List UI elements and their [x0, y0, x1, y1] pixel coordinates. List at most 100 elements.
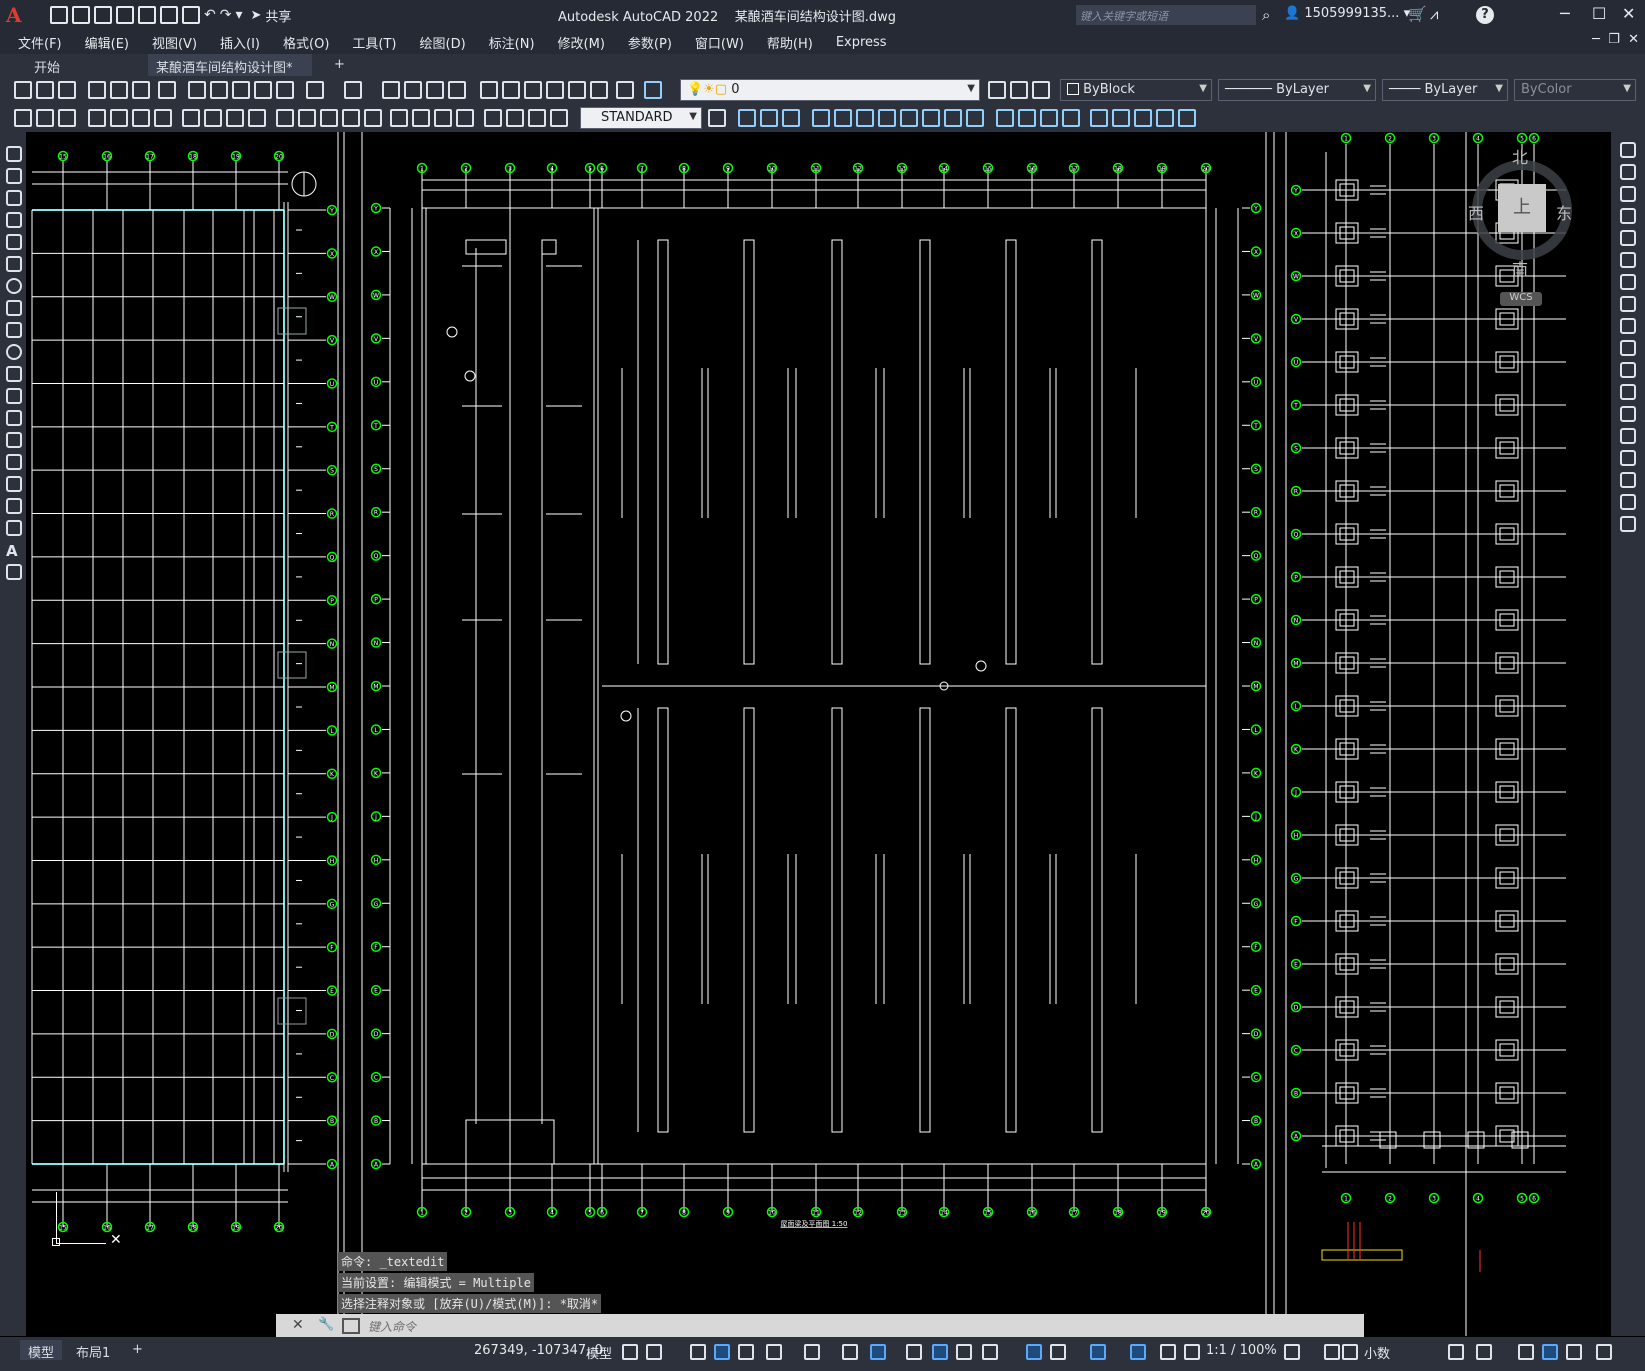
properties-icon[interactable]: [480, 81, 498, 99]
break-at-point-icon[interactable]: [1620, 384, 1636, 400]
explode-icon[interactable]: [1620, 516, 1636, 532]
qa-customize-icon[interactable]: ▾: [235, 7, 242, 23]
viewcube-face-top[interactable]: 上: [1498, 184, 1546, 232]
dim-aligned-icon[interactable]: [110, 109, 128, 127]
shell-icon[interactable]: [1062, 109, 1080, 127]
coordinates-readout[interactable]: 267349, -107347, 0: [474, 1343, 603, 1358]
revcloud-icon[interactable]: [6, 300, 22, 316]
markup-icon[interactable]: [568, 81, 586, 99]
tool-palettes-icon[interactable]: [524, 81, 542, 99]
open-file-icon[interactable]: [72, 6, 90, 24]
check-icon[interactable]: [1090, 109, 1108, 127]
jogged-linear-icon[interactable]: [456, 109, 474, 127]
imprint-edges-icon[interactable]: [1134, 109, 1152, 127]
mirror-icon[interactable]: [1620, 186, 1636, 202]
fillet-icon[interactable]: [1620, 472, 1636, 488]
search-icon[interactable]: ⌕: [1262, 6, 1270, 24]
delete-faces-icon[interactable]: [878, 109, 896, 127]
viewcube-east[interactable]: 东: [1556, 200, 1572, 224]
sheet-set-icon[interactable]: [546, 81, 564, 99]
text-style-dropdown[interactable]: STANDARD ▼: [580, 107, 702, 129]
redo-toolbar-icon[interactable]: [344, 81, 362, 99]
search-input[interactable]: 键入关键字或短语: [1076, 5, 1256, 25]
dim-text-edit-icon[interactable]: [506, 109, 524, 127]
dim-angular-icon[interactable]: [248, 109, 266, 127]
rotate-faces-icon[interactable]: [900, 109, 918, 127]
model-space-toggle[interactable]: 模型: [586, 1343, 612, 1362]
dim-jogged-icon[interactable]: [204, 109, 222, 127]
copy-edges-icon[interactable]: [1178, 109, 1196, 127]
spline-icon[interactable]: [6, 322, 22, 338]
inspection-icon[interactable]: [434, 109, 452, 127]
copy-faces-icon[interactable]: [944, 109, 962, 127]
quickcalc-icon[interactable]: [590, 81, 608, 99]
save-toolbar-icon[interactable]: [58, 81, 76, 99]
wcs-menu[interactable]: WCS: [1500, 292, 1542, 306]
ellipse-arc-icon[interactable]: [6, 366, 22, 382]
clean-icon[interactable]: [1018, 109, 1036, 127]
drawing-area[interactable]: 15 15 16 16 17 17 18 18 19 19 20 20 Y X W V U T S R Q P N M L K J H…: [26, 132, 1611, 1336]
redo-icon[interactable]: ↷: [220, 7, 232, 23]
make-block-icon[interactable]: [6, 410, 22, 426]
isodraft-icon[interactable]: [804, 1344, 820, 1360]
dim-linear-icon[interactable]: [88, 109, 106, 127]
pan-icon[interactable]: [382, 81, 400, 99]
paste-icon[interactable]: [232, 81, 250, 99]
tab-start[interactable]: 开始: [26, 54, 68, 76]
color-edges-icon[interactable]: [1156, 109, 1174, 127]
extrude-faces-icon[interactable]: [812, 109, 830, 127]
gizmo-icon[interactable]: [1090, 1344, 1106, 1360]
autodesk-app-icon[interactable]: ⩘: [1430, 5, 1438, 23]
cut-icon[interactable]: [188, 81, 206, 99]
object-snap-icon[interactable]: [870, 1344, 886, 1360]
infer-constraints-icon[interactable]: [690, 1344, 706, 1360]
dim-arc-icon[interactable]: [132, 109, 150, 127]
extend-icon[interactable]: [1620, 362, 1636, 378]
tolerance-icon[interactable]: [390, 109, 408, 127]
publish-icon[interactable]: [132, 81, 150, 99]
construction-line-icon[interactable]: [6, 168, 22, 184]
polygon-icon[interactable]: [6, 212, 22, 228]
save-as-icon[interactable]: [116, 6, 134, 24]
scale-icon[interactable]: [1620, 296, 1636, 312]
lineweight-icon[interactable]: [906, 1344, 922, 1360]
polar-icon[interactable]: [766, 1344, 782, 1360]
save-web-icon[interactable]: [160, 6, 178, 24]
quick-properties-icon[interactable]: [1448, 1344, 1464, 1360]
taper-faces-icon[interactable]: [922, 109, 940, 127]
center-mark-icon[interactable]: [412, 109, 430, 127]
ortho-icon[interactable]: [738, 1344, 754, 1360]
arc-icon[interactable]: [6, 256, 22, 272]
help-icon[interactable]: ?: [1476, 6, 1494, 24]
layer-previous-icon[interactable]: [1010, 81, 1028, 99]
design-center-icon[interactable]: [502, 81, 520, 99]
command-prompt-icon[interactable]: [342, 1318, 360, 1334]
undo-icon[interactable]: ↶: [204, 7, 216, 23]
new-tab-button[interactable]: +: [326, 54, 353, 76]
ellipse-icon[interactable]: [6, 344, 22, 360]
dim-style-manager-icon[interactable]: [708, 109, 726, 127]
layout-tab-model[interactable]: 模型: [20, 1340, 63, 1361]
snap-icon[interactable]: [646, 1344, 662, 1360]
insert-block-icon[interactable]: [14, 109, 32, 127]
linetype-dropdown[interactable]: ────── ByLayer ▼: [1218, 79, 1376, 101]
block-editor-icon[interactable]: [276, 81, 294, 99]
graphics-performance-icon[interactable]: [1542, 1344, 1558, 1360]
gradient-icon[interactable]: [6, 476, 22, 492]
add-layout-button[interactable]: +: [124, 1340, 151, 1360]
mtext-icon[interactable]: A: [6, 542, 22, 560]
user-account[interactable]: 👤 1505999135... ▾: [1284, 6, 1410, 21]
color-dropdown[interactable]: ByBlock ▼: [1060, 79, 1212, 101]
dim-space-icon[interactable]: [342, 109, 360, 127]
array-icon[interactable]: [1620, 230, 1636, 246]
dim-ordinate-icon[interactable]: [154, 109, 172, 127]
zoom-previous-icon[interactable]: [448, 81, 466, 99]
preview-icon[interactable]: [110, 81, 128, 99]
3d-print-icon[interactable]: [158, 81, 176, 99]
lock-ui-icon[interactable]: [1476, 1344, 1492, 1360]
lineweight-dropdown[interactable]: ──── ByLayer ▼: [1382, 79, 1508, 101]
units-icon[interactable]: [1342, 1344, 1358, 1360]
region-icon[interactable]: [6, 498, 22, 514]
annotation-monitor-icon[interactable]: [1324, 1344, 1340, 1360]
menu-view[interactable]: 视图(V): [152, 33, 197, 52]
